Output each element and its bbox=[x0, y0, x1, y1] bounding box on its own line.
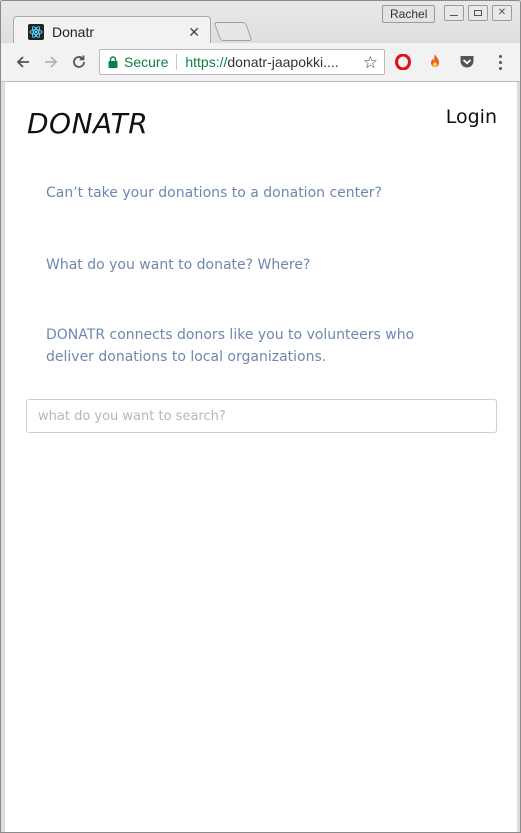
opera-icon bbox=[395, 54, 411, 70]
tagline-prompt: What do you want to donate? Where? bbox=[46, 257, 311, 273]
fire-icon bbox=[431, 54, 439, 67]
opera-extension-button[interactable] bbox=[394, 53, 412, 71]
tab-title: Donatr bbox=[52, 24, 95, 40]
url-scheme: https:// bbox=[185, 54, 228, 70]
url-text: donatr-jaapokki.... bbox=[227, 54, 339, 70]
new-tab-button[interactable] bbox=[213, 22, 253, 41]
title-bar: Rachel ✕ Donatr ✕ bbox=[1, 1, 520, 47]
reload-icon bbox=[73, 55, 85, 68]
close-icon: ✕ bbox=[497, 7, 507, 18]
pocket-extension-button[interactable] bbox=[458, 53, 476, 71]
back-arrow-icon bbox=[16, 56, 29, 68]
more-vert-icon[interactable] bbox=[495, 53, 505, 71]
tab-close-icon[interactable]: ✕ bbox=[188, 24, 200, 41]
forward-arrow-icon bbox=[45, 56, 58, 68]
secure-label: Secure bbox=[124, 54, 169, 70]
fire-extension-button[interactable] bbox=[426, 53, 444, 71]
login-link[interactable]: Login bbox=[446, 106, 497, 128]
star-icon[interactable]: ☆ bbox=[363, 53, 378, 73]
minimize-button[interactable] bbox=[444, 5, 464, 21]
lock-icon bbox=[108, 56, 118, 68]
search-input[interactable] bbox=[26, 399, 497, 433]
address-bar[interactable]: Secure https:// donatr-jaapokki.... ☆ bbox=[99, 49, 385, 75]
forward-button[interactable] bbox=[41, 52, 61, 72]
tagline-question: Can’t take your donations to a donation … bbox=[46, 185, 382, 201]
maximize-button[interactable] bbox=[468, 5, 488, 21]
pocket-icon bbox=[460, 56, 474, 68]
browser-toolbar: Secure https:// donatr-jaapokki.... ☆ bbox=[1, 43, 520, 82]
back-button[interactable] bbox=[13, 52, 33, 72]
close-window-button[interactable]: ✕ bbox=[492, 5, 512, 21]
browser-window: Rachel ✕ Donatr ✕ Secure https:// donatr… bbox=[0, 0, 521, 833]
reload-button[interactable] bbox=[69, 52, 89, 72]
minimize-icon bbox=[450, 15, 458, 16]
profile-button[interactable]: Rachel bbox=[382, 5, 436, 23]
tagline-description: DONATR connects donors like you to volun… bbox=[46, 327, 415, 365]
site-logo[interactable]: DONATR bbox=[27, 107, 148, 140]
maximize-icon bbox=[474, 10, 482, 16]
react-atom-icon bbox=[28, 24, 44, 40]
page-viewport: DONATR Login Can’t take your donations t… bbox=[5, 82, 517, 832]
omnibox-divider bbox=[176, 54, 178, 70]
